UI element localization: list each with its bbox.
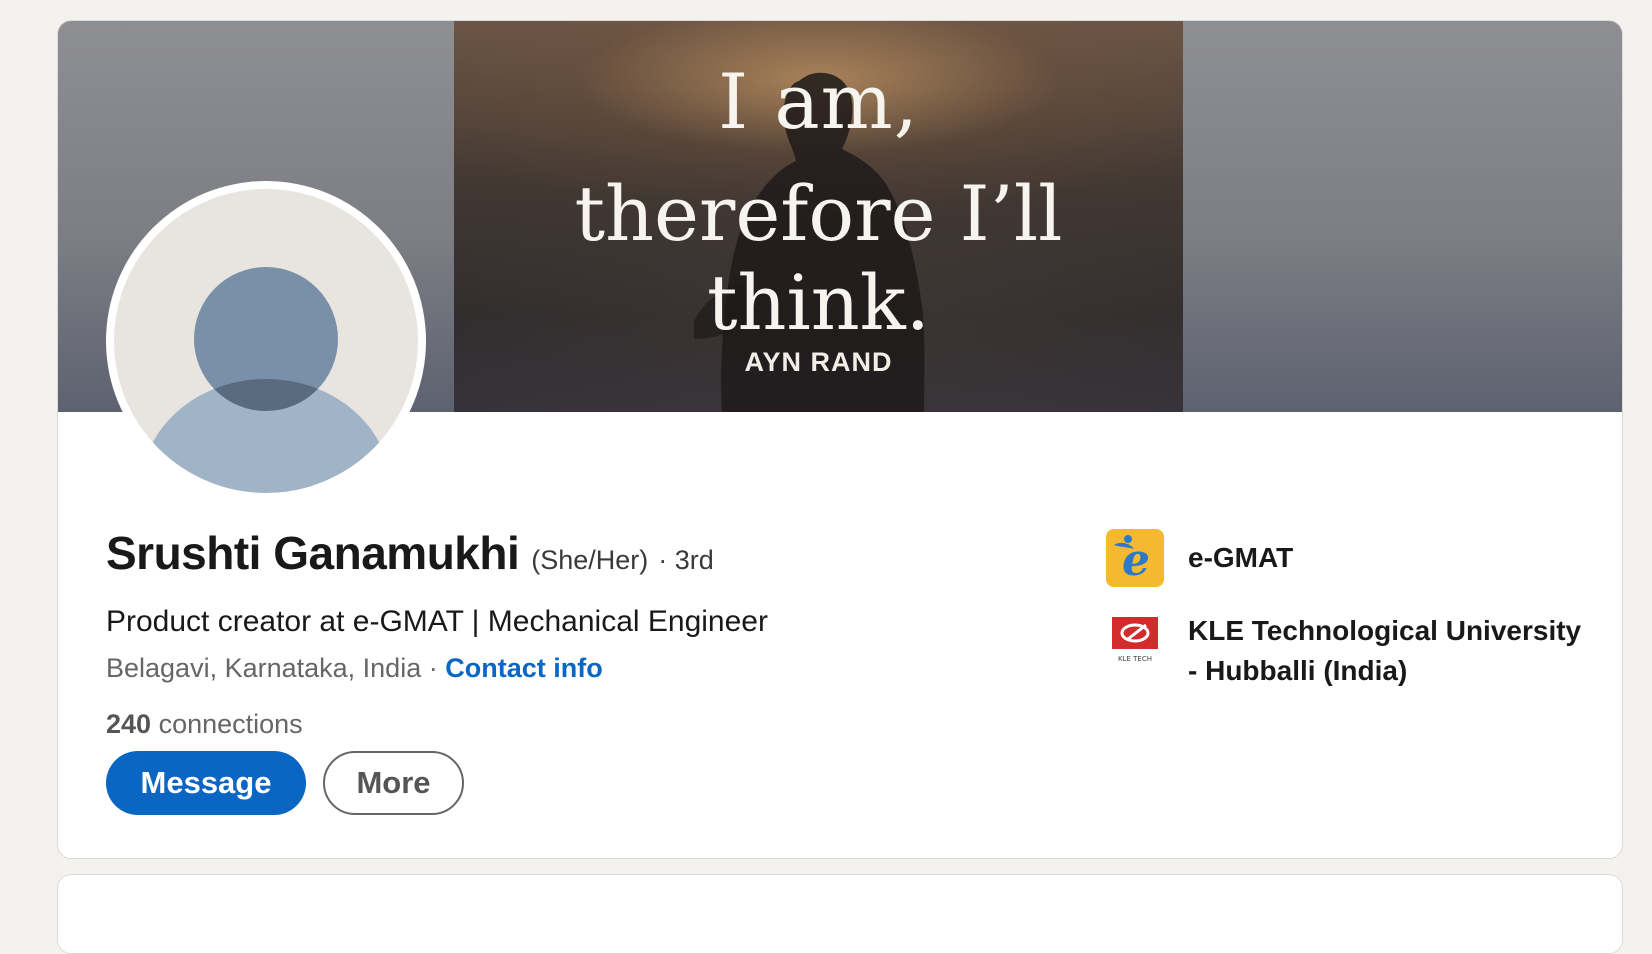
connections-number: 240 bbox=[106, 709, 152, 739]
location-row: Belagavi, Karnataka, India · Contact inf… bbox=[106, 653, 603, 684]
next-section-card bbox=[57, 874, 1623, 954]
banner-quote-line2: therefore I’ll think. bbox=[574, 169, 1063, 347]
connection-degree: · 3rd bbox=[658, 545, 714, 575]
e-gmat-logo: e bbox=[1106, 529, 1164, 587]
banner-quote-author: AYN RAND bbox=[744, 347, 893, 377]
svg-text:e: e bbox=[1122, 535, 1150, 586]
message-button[interactable]: Message bbox=[106, 751, 306, 815]
connections-count[interactable]: 240 connections bbox=[106, 709, 303, 740]
profile-pronouns: (She/Her) bbox=[531, 545, 649, 575]
banner-quote-line1: I am, bbox=[718, 57, 919, 146]
profile-location: Belagavi, Karnataka, India bbox=[106, 653, 422, 683]
kle-tech-logo-text: KLE TECH bbox=[1118, 655, 1152, 663]
more-button[interactable]: More bbox=[323, 751, 464, 815]
profile-card: I am, therefore I’ll think. AYN RAND Sru… bbox=[57, 20, 1623, 859]
kle-tech-logo: KLE TECH bbox=[1106, 611, 1164, 669]
name-row: Srushti Ganamukhi (She/Her) · 3rd bbox=[106, 526, 714, 580]
org-item-e-gmat[interactable]: e e-GMAT bbox=[1106, 529, 1293, 587]
banner-image: I am, therefore I’ll think. AYN RAND bbox=[454, 21, 1183, 412]
avatar-placeholder-icon bbox=[114, 189, 418, 493]
location-separator: · bbox=[428, 653, 438, 683]
connections-label: connections bbox=[158, 709, 303, 739]
org-item-kle-tech[interactable]: KLE TECH KLE Technological University - … bbox=[1106, 611, 1588, 691]
profile-headline: Product creator at e-GMAT | Mechanical E… bbox=[106, 605, 768, 638]
org-name-kle-tech: KLE Technological University - Hubballi … bbox=[1188, 615, 1582, 686]
org-name-e-gmat: e-GMAT bbox=[1188, 542, 1294, 573]
profile-avatar[interactable] bbox=[106, 181, 426, 501]
contact-info-link[interactable]: Contact info bbox=[445, 653, 602, 683]
profile-name: Srushti Ganamukhi bbox=[106, 527, 520, 579]
